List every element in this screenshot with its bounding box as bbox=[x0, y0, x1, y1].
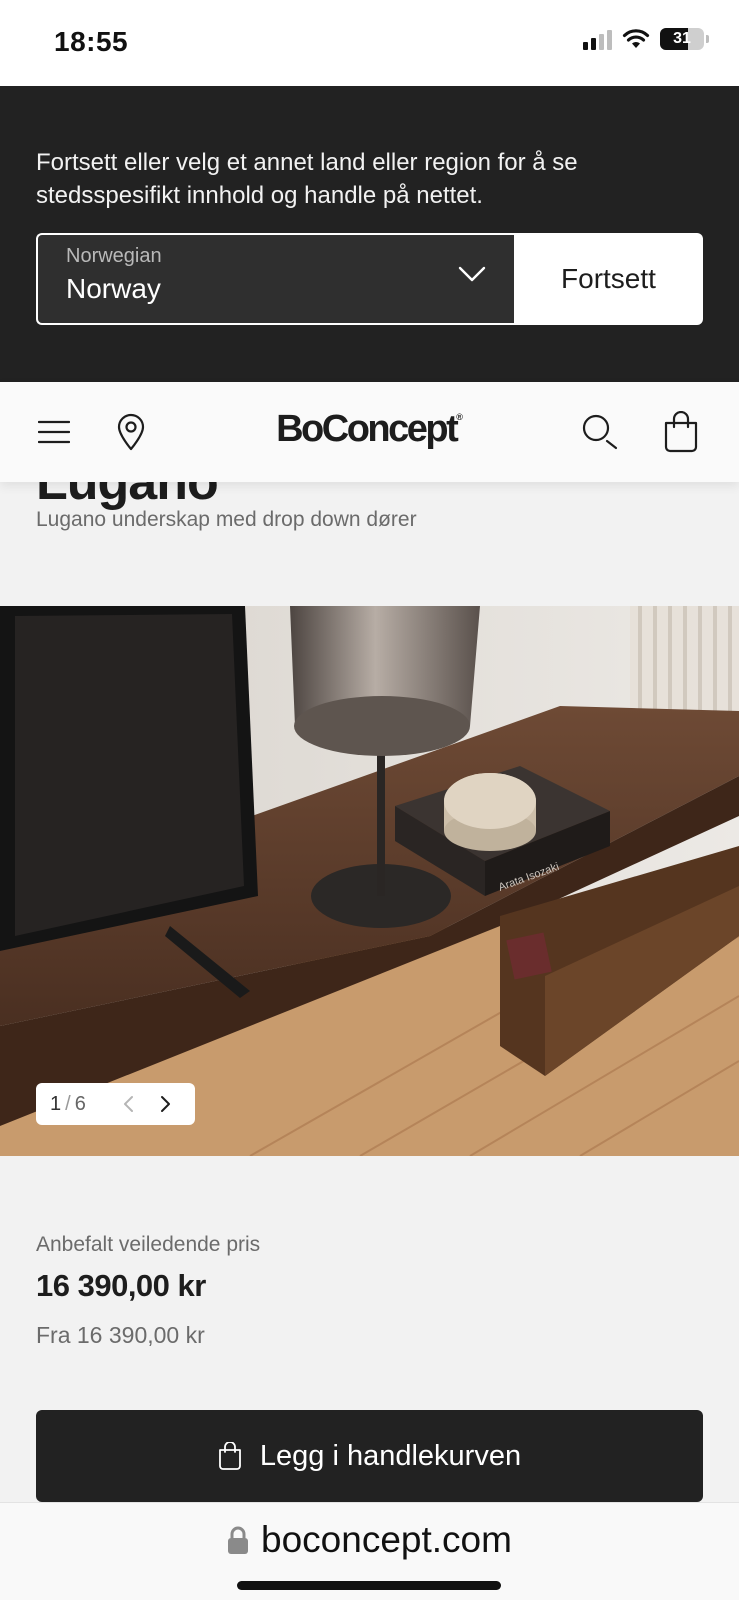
wifi-icon bbox=[622, 29, 650, 48]
product-price: 16 390,00 kr bbox=[36, 1268, 206, 1303]
country-select-language: Norwegian bbox=[66, 245, 162, 267]
add-to-cart-label: Legg i handlekurven bbox=[259, 1439, 522, 1472]
status-bar: 18:55 31 bbox=[0, 0, 739, 86]
battery-level: 31 bbox=[673, 30, 691, 47]
chevron-down-icon bbox=[458, 266, 486, 282]
gallery-next-button[interactable] bbox=[154, 1092, 178, 1116]
url-display[interactable]: boconcept.com bbox=[0, 1519, 739, 1561]
region-message: Fortsett eller velg et annet land eller … bbox=[36, 149, 578, 209]
browser-address-bar[interactable]: boconcept.com bbox=[0, 1502, 739, 1600]
chevron-right-icon bbox=[161, 1096, 170, 1112]
continue-button[interactable]: Fortsett bbox=[514, 233, 703, 325]
boconcept-logo[interactable]: BoConcept® bbox=[0, 408, 739, 451]
url-text: boconcept.com bbox=[261, 1519, 512, 1560]
shopping-bag-icon bbox=[218, 1442, 241, 1470]
gallery-counter: 1 / 6 bbox=[36, 1083, 195, 1125]
search-icon bbox=[582, 414, 618, 450]
gallery-current: 1 bbox=[50, 1092, 62, 1115]
gallery-prev-button[interactable] bbox=[116, 1092, 140, 1116]
home-indicator[interactable] bbox=[237, 1581, 501, 1590]
country-select[interactable]: Norwegian Norway bbox=[36, 233, 514, 325]
site-header: BoConcept® bbox=[0, 382, 739, 482]
cellular-signal-icon bbox=[583, 28, 612, 50]
battery-tip bbox=[706, 35, 709, 43]
logo-text: BoConcept bbox=[276, 408, 459, 450]
shopping-bag-icon bbox=[664, 411, 698, 453]
cart-button[interactable] bbox=[656, 407, 706, 457]
price-label: Anbefalt veiledende pris bbox=[36, 1233, 261, 1256]
chevron-left-icon bbox=[124, 1096, 133, 1112]
add-to-cart-button[interactable]: Legg i handlekurven bbox=[36, 1410, 703, 1502]
search-button[interactable] bbox=[575, 407, 625, 457]
status-time: 18:55 bbox=[54, 26, 129, 57]
lock-icon bbox=[228, 1526, 249, 1554]
country-select-value: Norway bbox=[66, 273, 161, 304]
gallery-total: 6 bbox=[74, 1092, 86, 1115]
region-banner: Fortsett eller velg et annet land eller … bbox=[0, 86, 739, 382]
battery-icon: 31 bbox=[660, 28, 704, 50]
product-photo: Arata Isozaki bbox=[0, 606, 739, 1156]
product-subtitle: Lugano underskap med drop down dører bbox=[36, 508, 417, 531]
status-icons: 31 bbox=[583, 28, 709, 50]
product-image-gallery[interactable]: Arata Isozaki 1 / 6 bbox=[0, 606, 739, 1156]
gallery-separator: / bbox=[65, 1092, 71, 1115]
price-from: Fra 16 390,00 kr bbox=[36, 1322, 205, 1348]
product-title-area: Lugano Lugano underskap med drop down dø… bbox=[0, 453, 739, 606]
